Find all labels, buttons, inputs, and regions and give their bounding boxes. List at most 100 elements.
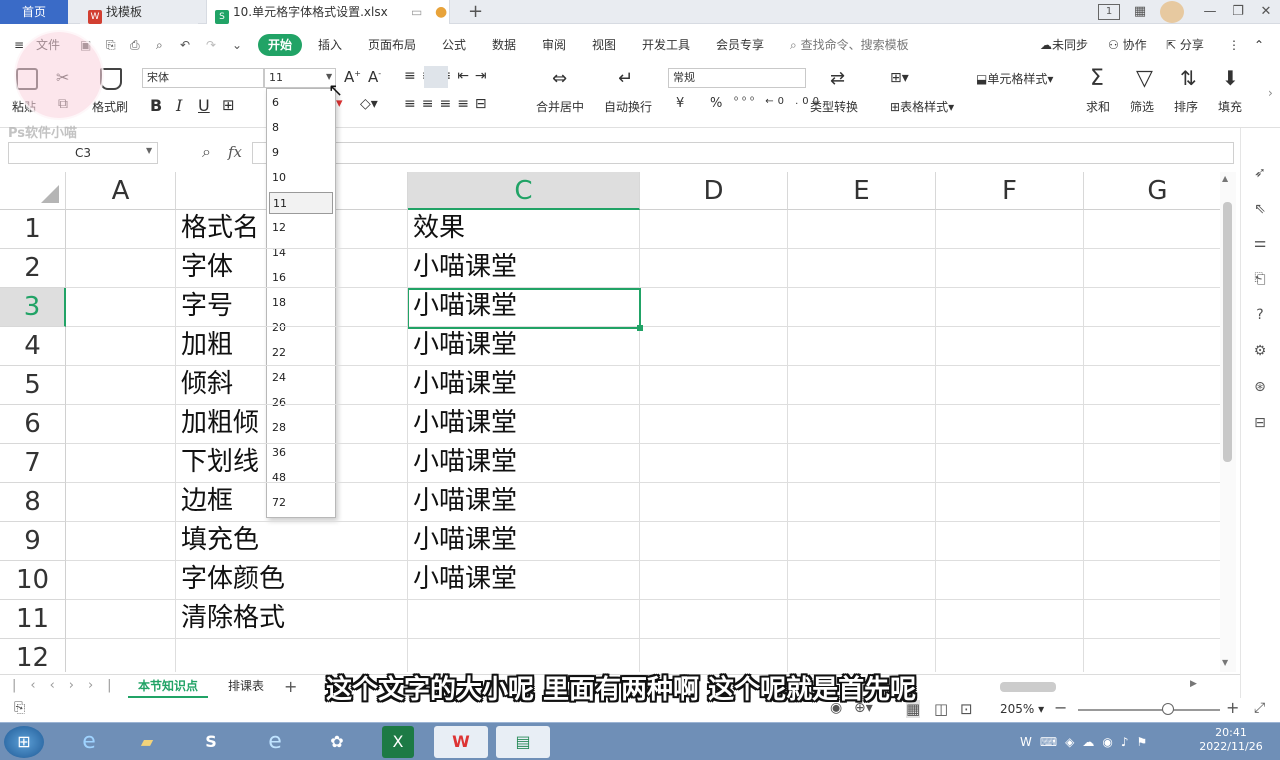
zoom-level[interactable]: 205% ▾	[1000, 702, 1044, 716]
sort-button[interactable]: 排序	[1174, 98, 1198, 115]
wrap-text-icon[interactable]: ↵	[618, 68, 633, 89]
menu-review[interactable]: 审阅	[542, 34, 566, 56]
cell-b[interactable]: 倾斜	[176, 366, 408, 405]
row-header[interactable]: 10	[0, 561, 66, 600]
cell-empty[interactable]	[640, 561, 788, 600]
menu-insert[interactable]: 插入	[318, 34, 342, 56]
row-header[interactable]: 3	[0, 288, 66, 327]
cell-empty[interactable]	[1084, 405, 1220, 444]
font-size-option[interactable]: 6	[269, 92, 333, 114]
cell-c[interactable]: 小喵课堂	[408, 444, 640, 483]
number-format-select[interactable]: 常规	[668, 68, 806, 88]
cell-empty[interactable]	[66, 210, 176, 249]
cell-empty[interactable]	[66, 288, 176, 327]
cloud-app-icon[interactable]: ✿	[310, 726, 364, 758]
cell-empty[interactable]	[936, 522, 1084, 561]
cell-empty[interactable]	[1084, 210, 1220, 249]
merge-icon[interactable]: ⇔	[552, 68, 567, 89]
cell-empty[interactable]	[788, 210, 936, 249]
increase-font-icon[interactable]: A+	[344, 68, 361, 86]
vertical-align-icons[interactable]: ≡≡≡⇤⇥	[404, 68, 493, 84]
font-size-option[interactable]: 9	[269, 142, 333, 164]
sheet-tab-schedule[interactable]: 排课表	[228, 675, 264, 698]
cell-empty[interactable]	[936, 444, 1084, 483]
column-header-g[interactable]: G	[1084, 172, 1220, 210]
taskbar-clock[interactable]: 20:41 2022/11/26	[1194, 726, 1268, 754]
cell-empty[interactable]	[1084, 483, 1220, 522]
conditional-format-icon[interactable]: ⊞▾	[890, 70, 909, 86]
close-icon[interactable]: ✕	[1256, 2, 1276, 22]
collapse-ribbon-icon[interactable]: ⌃	[1254, 34, 1264, 56]
cell-empty[interactable]	[788, 483, 936, 522]
percent-button[interactable]: %	[710, 96, 722, 111]
cell-empty[interactable]	[640, 327, 788, 366]
sort-icon[interactable]: ⇅	[1180, 66, 1197, 90]
cell-empty[interactable]	[788, 522, 936, 561]
scroll-up-icon[interactable]: ▲	[1222, 174, 1228, 183]
cell-b[interactable]: 填充色	[176, 522, 408, 561]
cell-empty[interactable]	[66, 366, 176, 405]
menu-data[interactable]: 数据	[492, 34, 516, 56]
cell-b[interactable]: 边框	[176, 483, 408, 522]
menu-view[interactable]: 视图	[592, 34, 616, 56]
cell-empty[interactable]	[1084, 327, 1220, 366]
wps-icon[interactable]: W	[434, 726, 488, 758]
compass-icon[interactable]: ⊛	[1251, 378, 1269, 396]
quick-access-dropdown-icon[interactable]: ⌄	[232, 34, 242, 56]
row-header[interactable]: 7	[0, 444, 66, 483]
cell-b[interactable]: 下划线	[176, 444, 408, 483]
cell-empty[interactable]	[788, 405, 936, 444]
cell-c[interactable]: 小喵课堂	[408, 561, 640, 600]
merge-center-button[interactable]: 合并居中	[536, 98, 584, 115]
excel-icon[interactable]: X	[382, 726, 414, 758]
cell-c[interactable]: 小喵课堂	[408, 366, 640, 405]
sliders-icon[interactable]: ⚌	[1251, 234, 1269, 252]
cell-c[interactable]: 小喵课堂	[408, 249, 640, 288]
clipboard-icon[interactable]: ⎗	[1251, 270, 1269, 288]
currency-button[interactable]: ¥	[676, 96, 684, 111]
decrease-font-icon[interactable]: A-	[368, 68, 381, 86]
cell-empty[interactable]	[936, 249, 1084, 288]
cell-empty[interactable]	[788, 288, 936, 327]
sync-status[interactable]: ☁未同步	[1040, 34, 1088, 56]
cell-empty[interactable]	[1084, 444, 1220, 483]
cell-empty[interactable]	[66, 444, 176, 483]
italic-button[interactable]: I	[176, 96, 182, 115]
row-header[interactable]: 11	[0, 600, 66, 639]
menu-page-layout[interactable]: 页面布局	[368, 34, 416, 56]
scroll-right-icon[interactable]: ▶	[1190, 679, 1197, 689]
sheet-tab-active[interactable]: 本节知识点	[128, 675, 209, 698]
column-header-a[interactable]: A	[66, 172, 176, 210]
picture-viewer-icon[interactable]: ▤	[496, 726, 550, 758]
add-sheet-icon[interactable]: +	[284, 675, 297, 698]
menu-start[interactable]: 开始	[258, 34, 303, 56]
cell-b[interactable]: 加粗倾	[176, 405, 408, 444]
cell-empty[interactable]	[66, 522, 176, 561]
row-header[interactable]: 12	[0, 639, 66, 672]
cell-c[interactable]: 小喵课堂	[408, 405, 640, 444]
cell-c[interactable]: 小喵课堂	[408, 327, 640, 366]
cell-empty[interactable]	[788, 639, 936, 672]
cell-empty[interactable]	[936, 600, 1084, 639]
cell-empty[interactable]	[66, 405, 176, 444]
share-button[interactable]: ⇱ 分享	[1166, 34, 1204, 56]
cell-b[interactable]: 字体颜色	[176, 561, 408, 600]
cell-empty[interactable]	[640, 288, 788, 327]
cell-empty[interactable]	[66, 639, 176, 672]
cell-empty[interactable]	[1084, 561, 1220, 600]
cell-empty[interactable]	[788, 366, 936, 405]
cell-b[interactable]: 清除格式	[176, 600, 408, 639]
fullscreen-icon[interactable]: ⤢	[1254, 700, 1265, 716]
cell-empty[interactable]	[936, 288, 1084, 327]
cell-empty[interactable]	[408, 600, 640, 639]
cell-c[interactable]: 小喵课堂	[408, 288, 640, 327]
column-header-e[interactable]: E	[788, 172, 936, 210]
help-icon[interactable]: ?	[1251, 306, 1269, 324]
restore-icon[interactable]: ❐	[1228, 2, 1248, 22]
tab-home[interactable]: 首页	[0, 0, 68, 24]
more-icon[interactable]: ⋮	[1228, 34, 1240, 56]
cell-empty[interactable]	[788, 600, 936, 639]
border-icon[interactable]: ⊞	[222, 96, 235, 114]
collab-button[interactable]: ⚇ 协作	[1108, 34, 1147, 56]
cell-empty[interactable]	[66, 327, 176, 366]
